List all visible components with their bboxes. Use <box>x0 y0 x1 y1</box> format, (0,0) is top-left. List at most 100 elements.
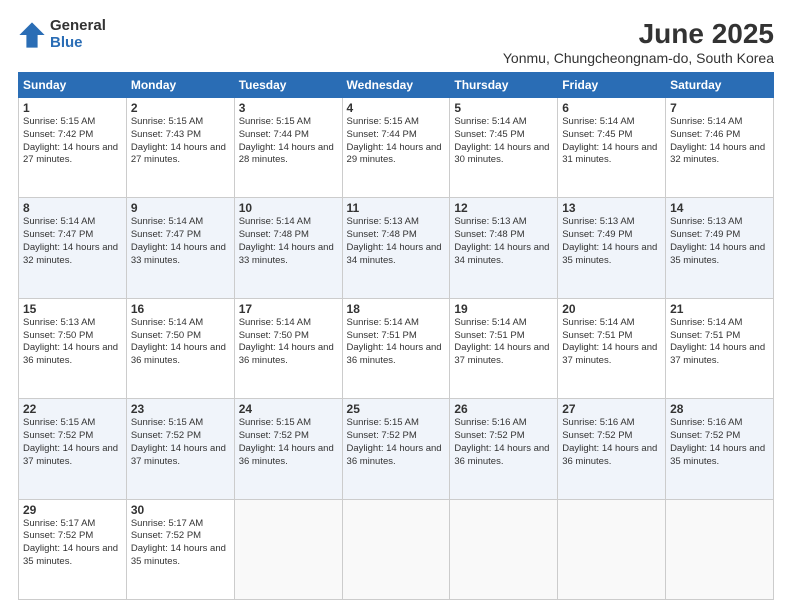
day-number: 21 <box>670 302 769 316</box>
table-cell: 20 Sunrise: 5:14 AMSunset: 7:51 PMDaylig… <box>558 298 666 398</box>
main-title: June 2025 <box>503 18 774 50</box>
table-cell: 3 Sunrise: 5:15 AMSunset: 7:44 PMDayligh… <box>234 98 342 198</box>
header-row: Sunday Monday Tuesday Wednesday Thursday… <box>19 73 774 98</box>
table-cell <box>558 499 666 599</box>
table-cell <box>342 499 450 599</box>
day-info: Sunrise: 5:15 AMSunset: 7:43 PMDaylight:… <box>131 116 226 165</box>
col-sunday: Sunday <box>19 73 127 98</box>
day-info: Sunrise: 5:13 AMSunset: 7:50 PMDaylight:… <box>23 317 118 366</box>
day-number: 11 <box>347 201 446 215</box>
logo-text: General Blue <box>50 18 106 51</box>
calendar-row: 1 Sunrise: 5:15 AMSunset: 7:42 PMDayligh… <box>19 98 774 198</box>
calendar-row: 29 Sunrise: 5:17 AMSunset: 7:52 PMDaylig… <box>19 499 774 599</box>
table-cell: 22 Sunrise: 5:15 AMSunset: 7:52 PMDaylig… <box>19 399 127 499</box>
logo-general: General <box>50 18 106 35</box>
day-info: Sunrise: 5:17 AMSunset: 7:52 PMDaylight:… <box>23 518 118 567</box>
day-info: Sunrise: 5:14 AMSunset: 7:51 PMDaylight:… <box>347 317 442 366</box>
table-cell: 25 Sunrise: 5:15 AMSunset: 7:52 PMDaylig… <box>342 399 450 499</box>
day-number: 8 <box>23 201 122 215</box>
table-cell <box>450 499 558 599</box>
day-info: Sunrise: 5:15 AMSunset: 7:52 PMDaylight:… <box>347 417 442 466</box>
table-cell: 17 Sunrise: 5:14 AMSunset: 7:50 PMDaylig… <box>234 298 342 398</box>
day-number: 14 <box>670 201 769 215</box>
day-info: Sunrise: 5:16 AMSunset: 7:52 PMDaylight:… <box>670 417 765 466</box>
day-number: 23 <box>131 402 230 416</box>
day-info: Sunrise: 5:17 AMSunset: 7:52 PMDaylight:… <box>131 518 226 567</box>
day-number: 12 <box>454 201 553 215</box>
table-cell: 1 Sunrise: 5:15 AMSunset: 7:42 PMDayligh… <box>19 98 127 198</box>
header: General Blue June 2025 Yonmu, Chungcheon… <box>18 18 774 66</box>
day-number: 3 <box>239 101 338 115</box>
day-info: Sunrise: 5:15 AMSunset: 7:42 PMDaylight:… <box>23 116 118 165</box>
table-cell: 11 Sunrise: 5:13 AMSunset: 7:48 PMDaylig… <box>342 198 450 298</box>
col-monday: Monday <box>126 73 234 98</box>
day-number: 13 <box>562 201 661 215</box>
table-cell: 18 Sunrise: 5:14 AMSunset: 7:51 PMDaylig… <box>342 298 450 398</box>
table-cell: 23 Sunrise: 5:15 AMSunset: 7:52 PMDaylig… <box>126 399 234 499</box>
day-number: 28 <box>670 402 769 416</box>
table-cell: 8 Sunrise: 5:14 AMSunset: 7:47 PMDayligh… <box>19 198 127 298</box>
logo-icon <box>18 21 46 49</box>
table-cell: 19 Sunrise: 5:14 AMSunset: 7:51 PMDaylig… <box>450 298 558 398</box>
table-cell: 29 Sunrise: 5:17 AMSunset: 7:52 PMDaylig… <box>19 499 127 599</box>
day-number: 20 <box>562 302 661 316</box>
day-info: Sunrise: 5:14 AMSunset: 7:51 PMDaylight:… <box>670 317 765 366</box>
calendar-table: Sunday Monday Tuesday Wednesday Thursday… <box>18 72 774 600</box>
day-info: Sunrise: 5:13 AMSunset: 7:49 PMDaylight:… <box>562 216 657 265</box>
day-number: 24 <box>239 402 338 416</box>
day-info: Sunrise: 5:15 AMSunset: 7:44 PMDaylight:… <box>239 116 334 165</box>
day-number: 25 <box>347 402 446 416</box>
table-cell: 14 Sunrise: 5:13 AMSunset: 7:49 PMDaylig… <box>666 198 774 298</box>
sub-title: Yonmu, Chungcheongnam-do, South Korea <box>503 50 774 66</box>
col-wednesday: Wednesday <box>342 73 450 98</box>
page: General Blue June 2025 Yonmu, Chungcheon… <box>0 0 792 612</box>
day-number: 9 <box>131 201 230 215</box>
day-info: Sunrise: 5:14 AMSunset: 7:51 PMDaylight:… <box>454 317 549 366</box>
day-info: Sunrise: 5:13 AMSunset: 7:49 PMDaylight:… <box>670 216 765 265</box>
day-number: 18 <box>347 302 446 316</box>
day-number: 26 <box>454 402 553 416</box>
table-cell: 15 Sunrise: 5:13 AMSunset: 7:50 PMDaylig… <box>19 298 127 398</box>
col-tuesday: Tuesday <box>234 73 342 98</box>
day-number: 7 <box>670 101 769 115</box>
calendar-row: 8 Sunrise: 5:14 AMSunset: 7:47 PMDayligh… <box>19 198 774 298</box>
title-block: June 2025 Yonmu, Chungcheongnam-do, Sout… <box>503 18 774 66</box>
table-cell: 6 Sunrise: 5:14 AMSunset: 7:45 PMDayligh… <box>558 98 666 198</box>
table-cell: 2 Sunrise: 5:15 AMSunset: 7:43 PMDayligh… <box>126 98 234 198</box>
day-info: Sunrise: 5:13 AMSunset: 7:48 PMDaylight:… <box>347 216 442 265</box>
table-cell <box>666 499 774 599</box>
day-number: 10 <box>239 201 338 215</box>
day-number: 4 <box>347 101 446 115</box>
table-cell: 24 Sunrise: 5:15 AMSunset: 7:52 PMDaylig… <box>234 399 342 499</box>
day-number: 29 <box>23 503 122 517</box>
col-saturday: Saturday <box>666 73 774 98</box>
day-number: 30 <box>131 503 230 517</box>
day-number: 1 <box>23 101 122 115</box>
day-info: Sunrise: 5:14 AMSunset: 7:45 PMDaylight:… <box>562 116 657 165</box>
day-info: Sunrise: 5:14 AMSunset: 7:47 PMDaylight:… <box>131 216 226 265</box>
day-info: Sunrise: 5:15 AMSunset: 7:52 PMDaylight:… <box>131 417 226 466</box>
day-info: Sunrise: 5:14 AMSunset: 7:47 PMDaylight:… <box>23 216 118 265</box>
table-cell: 4 Sunrise: 5:15 AMSunset: 7:44 PMDayligh… <box>342 98 450 198</box>
table-cell <box>234 499 342 599</box>
col-friday: Friday <box>558 73 666 98</box>
table-cell: 27 Sunrise: 5:16 AMSunset: 7:52 PMDaylig… <box>558 399 666 499</box>
table-cell: 21 Sunrise: 5:14 AMSunset: 7:51 PMDaylig… <box>666 298 774 398</box>
day-number: 6 <box>562 101 661 115</box>
day-info: Sunrise: 5:14 AMSunset: 7:50 PMDaylight:… <box>239 317 334 366</box>
table-cell: 5 Sunrise: 5:14 AMSunset: 7:45 PMDayligh… <box>450 98 558 198</box>
table-cell: 26 Sunrise: 5:16 AMSunset: 7:52 PMDaylig… <box>450 399 558 499</box>
table-cell: 7 Sunrise: 5:14 AMSunset: 7:46 PMDayligh… <box>666 98 774 198</box>
day-number: 19 <box>454 302 553 316</box>
day-number: 5 <box>454 101 553 115</box>
day-info: Sunrise: 5:14 AMSunset: 7:46 PMDaylight:… <box>670 116 765 165</box>
col-thursday: Thursday <box>450 73 558 98</box>
day-number: 17 <box>239 302 338 316</box>
day-info: Sunrise: 5:14 AMSunset: 7:45 PMDaylight:… <box>454 116 549 165</box>
day-number: 2 <box>131 101 230 115</box>
table-cell: 12 Sunrise: 5:13 AMSunset: 7:48 PMDaylig… <box>450 198 558 298</box>
day-info: Sunrise: 5:14 AMSunset: 7:50 PMDaylight:… <box>131 317 226 366</box>
day-info: Sunrise: 5:14 AMSunset: 7:48 PMDaylight:… <box>239 216 334 265</box>
day-number: 15 <box>23 302 122 316</box>
day-info: Sunrise: 5:15 AMSunset: 7:52 PMDaylight:… <box>23 417 118 466</box>
